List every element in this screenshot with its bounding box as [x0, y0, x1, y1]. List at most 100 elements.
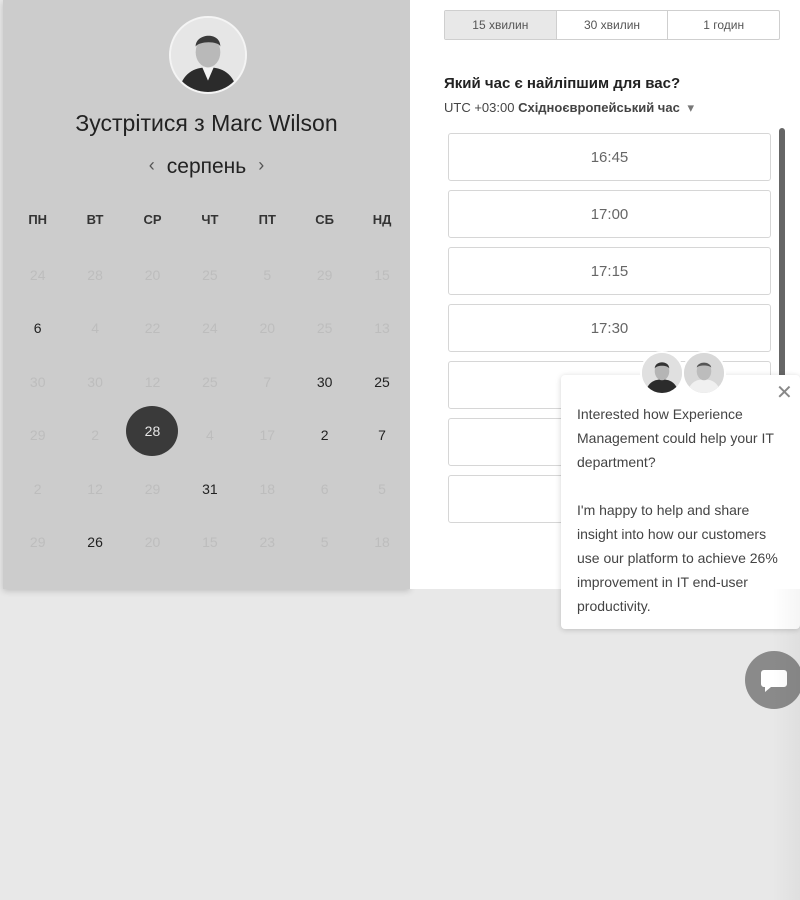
- calendar-day: 7: [239, 355, 296, 409]
- timezone-offset: UTC +03:00: [444, 100, 515, 115]
- calendar-day[interactable]: 7: [353, 409, 410, 463]
- calendar-day-number: 29: [316, 266, 333, 283]
- calendar-day: 25: [181, 248, 238, 302]
- duration-selector: 15 хвилин 30 хвилин 1 годин: [444, 10, 780, 40]
- calendar-day-number: 12: [87, 480, 103, 497]
- calendar-day-number: 20: [144, 266, 161, 283]
- calendar-day[interactable]: 30: [296, 355, 353, 409]
- page-shade: [772, 589, 800, 900]
- time-slot-button[interactable]: 17:15: [448, 247, 771, 295]
- calendar-day-number: 7: [378, 427, 386, 444]
- calendar-day: 4: [181, 409, 238, 463]
- weekday-header: ПН ВТ СР ЧТ ПТ СБ НД: [9, 212, 411, 227]
- calendar-day-number: 5: [320, 534, 329, 551]
- calendar-day: 29: [9, 516, 66, 570]
- chat-paragraph-2: I'm happy to help and share insight into…: [577, 502, 778, 614]
- calendar-day-number: 28: [87, 266, 103, 283]
- calendar-day: 25: [181, 355, 238, 409]
- time-slot-button[interactable]: 17:00: [448, 190, 771, 238]
- calendar-day-number: 30: [29, 373, 46, 390]
- calendar-day-number: 26: [87, 534, 103, 551]
- slot-scrollbar[interactable]: [779, 128, 785, 378]
- chevron-right-icon[interactable]: ›: [246, 155, 276, 176]
- calendar-day: 24: [181, 302, 238, 356]
- calendar-day-number: 22: [144, 320, 161, 337]
- calendar-day[interactable]: 31: [181, 462, 238, 516]
- agent-avatar-2: [682, 351, 726, 395]
- agent-avatar-1: [640, 351, 684, 395]
- calendar-day: 4: [66, 302, 123, 356]
- calendar-day: 25: [296, 302, 353, 356]
- weekday-label: НД: [372, 212, 392, 227]
- calendar-day: 18: [353, 516, 410, 570]
- calendar-day-number: 13: [374, 320, 390, 337]
- calendar-day-number: 5: [378, 480, 386, 497]
- weekday-label: СР: [143, 212, 162, 227]
- duration-option[interactable]: 15 хвилин: [445, 11, 557, 39]
- caret-down-icon: ▾: [687, 100, 694, 115]
- calendar-day: 12: [124, 355, 181, 409]
- calendar-day-selected[interactable]: 28: [124, 406, 181, 463]
- chat-message: Interested how Experience Management cou…: [577, 402, 792, 618]
- calendar-day: 18: [239, 462, 296, 516]
- calendar-day: 20: [124, 516, 181, 570]
- calendar-day-number: 15: [202, 534, 218, 551]
- calendar-day: 20: [239, 302, 296, 356]
- calendar-day: 22: [124, 302, 181, 356]
- calendar-day: 12: [66, 462, 123, 516]
- calendar-day-number: 18: [374, 534, 390, 551]
- calendar-day-number: 2: [33, 480, 42, 497]
- timezone-name: Східноєвропейський час: [518, 100, 680, 115]
- month-navigation: ‹ серпень ›: [3, 155, 410, 179]
- calendar-grid: 24 28 20 25 5 29 15 6 4 22 24 20 25 13 30 30 12 25 7 30 25 29…: [9, 248, 411, 569]
- chevron-left-icon[interactable]: ‹: [137, 155, 167, 176]
- calendar-day-number: 29: [144, 480, 161, 497]
- calendar-day: 30: [9, 355, 66, 409]
- calendar-day: 6: [296, 462, 353, 516]
- calendar-day-number: 29: [29, 427, 46, 444]
- calendar-day-number: 25: [374, 373, 390, 390]
- calendar-day: 29: [124, 462, 181, 516]
- calendar-day: 15: [353, 248, 410, 302]
- calendar-day-number: 6: [33, 320, 42, 337]
- calendar-day-number: 7: [263, 373, 272, 390]
- calendar-week: 24 28 20 25 5 29 15: [9, 248, 411, 302]
- time-slot-button[interactable]: 16:45: [448, 133, 771, 181]
- calendar-day[interactable]: 26: [66, 516, 123, 570]
- calendar-day[interactable]: 25: [353, 355, 410, 409]
- calendar-day[interactable]: 2: [296, 409, 353, 463]
- calendar-day-number: 20: [144, 534, 161, 551]
- timezone-selector[interactable]: UTC +03:00 Східноєвропейський час ▾: [444, 100, 694, 116]
- month-label: серпень: [166, 155, 247, 178]
- calendar-day-number: 30: [316, 373, 333, 390]
- calendar-day-number: 5: [263, 266, 272, 283]
- calendar-day-number: 15: [374, 266, 390, 283]
- calendar-day-number: 18: [259, 480, 276, 497]
- calendar-week: 2 12 29 31 18 6 5: [9, 462, 411, 516]
- calendar-day-number: 25: [202, 373, 218, 390]
- calendar-day: 29: [296, 248, 353, 302]
- calendar-panel: Зустрітися з Marc Wilson ‹ серпень › ПН ВТ С…: [3, 0, 410, 589]
- calendar-day-number: 2: [320, 427, 329, 444]
- calendar-day: 13: [353, 302, 410, 356]
- calendar-day-number: 30: [87, 373, 103, 390]
- calendar-day[interactable]: 6: [9, 302, 66, 356]
- calendar-day-number: 29: [29, 534, 46, 551]
- calendar-day: 15: [181, 516, 238, 570]
- calendar-day-number: 23: [259, 534, 276, 551]
- calendar-day: 30: [66, 355, 123, 409]
- calendar-day-number: 31: [202, 480, 218, 497]
- calendar-day: 23: [239, 516, 296, 570]
- calendar-day: 5: [353, 462, 410, 516]
- calendar-day: 17: [239, 409, 296, 463]
- duration-option[interactable]: 30 хвилин: [557, 11, 669, 39]
- calendar-week: 6 4 22 24 20 25 13: [9, 302, 411, 356]
- time-slot-button[interactable]: 17:30: [448, 304, 771, 352]
- calendar-day: 5: [239, 248, 296, 302]
- duration-option[interactable]: 1 годин: [668, 11, 779, 39]
- close-icon[interactable]: ✕: [776, 383, 793, 403]
- calendar-day-number: 6: [320, 480, 329, 497]
- calendar-day-number: 25: [316, 320, 333, 337]
- calendar-day: 24: [9, 248, 66, 302]
- calendar-week: 30 30 12 25 7 30 25: [9, 355, 411, 409]
